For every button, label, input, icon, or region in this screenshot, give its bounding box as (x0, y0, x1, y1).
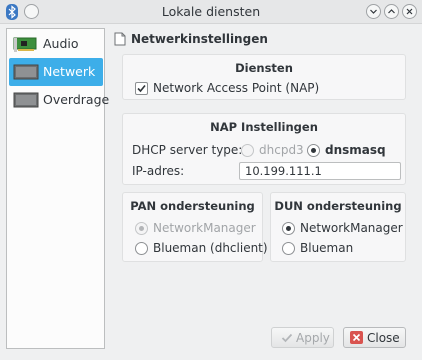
pan-networkmanager-label: NetworkManager (153, 221, 256, 235)
sidebar-item-transfer[interactable]: Overdrage (9, 86, 109, 114)
dun-group-title: DUN ondersteuning (274, 199, 402, 213)
nap-settings-group: NAP Instellingen DHCP server type: dhcpd… (122, 113, 406, 185)
dnsmasq-label: dnsmasq (325, 143, 386, 157)
apply-button[interactable]: Apply (271, 327, 334, 348)
window-title: Lokale diensten (161, 4, 261, 19)
sidebar-item-label: Netwerk (43, 64, 96, 79)
close-window-button[interactable] (402, 4, 417, 19)
document-icon (114, 32, 126, 49)
ip-address-input[interactable] (239, 162, 401, 180)
minimize-button[interactable] (366, 4, 381, 19)
services-group-title: Diensten (235, 61, 293, 75)
sidebar: Audio Netwerk Overdrage (6, 28, 109, 349)
chevron-down-icon (370, 9, 377, 14)
checkmark-icon (137, 84, 146, 93)
pan-group-title: PAN ondersteuning (130, 199, 255, 213)
network-card-icon (13, 91, 39, 109)
nap-checkbox[interactable] (135, 82, 148, 95)
sidebar-item-label: Audio (43, 36, 79, 51)
sidebar-item-audio[interactable]: Audio (9, 30, 103, 58)
close-label: Close (367, 331, 400, 345)
dun-blueman-radio[interactable] (282, 242, 295, 255)
sidebar-item-network[interactable]: Netwerk (9, 58, 103, 86)
pan-group: PAN ondersteuning NetworkManager Blueman… (122, 192, 268, 262)
nap-label[interactable]: Network Access Point (NAP) (153, 81, 319, 95)
close-icon (350, 331, 363, 344)
pan-networkmanager-radio[interactable] (135, 222, 148, 235)
audio-card-icon (13, 35, 39, 53)
title-bar: Lokale diensten (0, 0, 422, 24)
network-card-icon (13, 63, 39, 81)
dnsmasq-radio[interactable] (307, 144, 320, 157)
sidebar-item-label: Overdrage (43, 92, 110, 107)
pan-blueman-label: Blueman (dhclient) (153, 241, 268, 255)
services-group: Diensten Network Access Point (NAP) (122, 54, 406, 100)
close-icon (406, 8, 413, 15)
pan-blueman-radio[interactable] (135, 242, 148, 255)
maximize-button[interactable] (384, 4, 399, 19)
checkmark-icon (281, 333, 293, 343)
dun-networkmanager-radio[interactable] (282, 222, 295, 235)
page-title: Netwerkinstellingen (131, 32, 268, 46)
dun-networkmanager-label: NetworkManager (300, 221, 403, 235)
dhcpd3-label: dhcpd3 (259, 143, 304, 157)
dhcp-server-type-label: DHCP server type: (132, 143, 243, 157)
close-button[interactable]: Close (343, 327, 406, 348)
dun-group: DUN ondersteuning NetworkManager Blueman (270, 192, 406, 262)
ip-address-label: IP-adres: (132, 164, 185, 178)
chevron-up-icon (388, 9, 395, 14)
dun-blueman-label: Blueman (300, 241, 354, 255)
nap-settings-title: NAP Instellingen (210, 120, 318, 134)
dhcpd3-radio[interactable] (241, 144, 254, 157)
apply-label: Apply (296, 331, 330, 345)
